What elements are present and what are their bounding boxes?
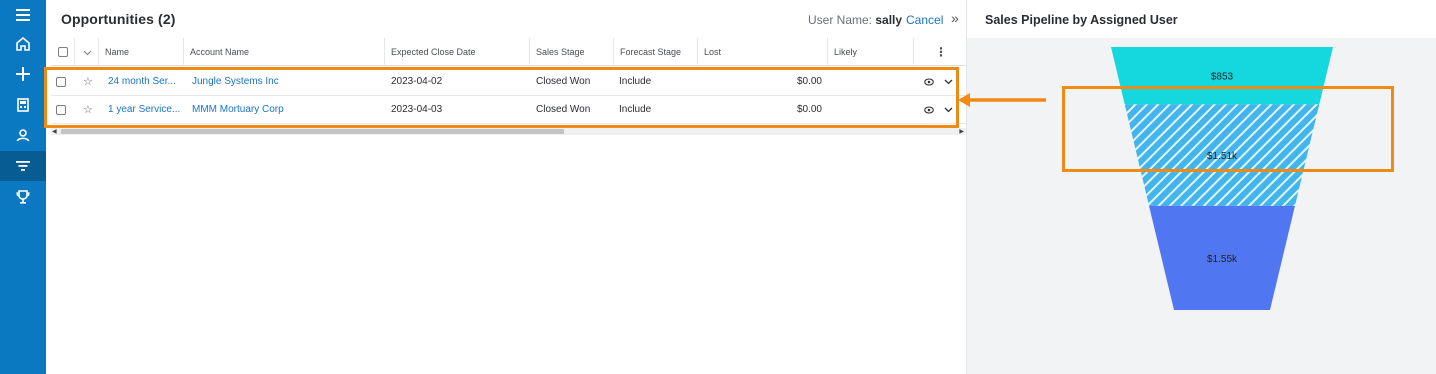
menu-icon[interactable] xyxy=(0,0,46,30)
scrollbar-thumb[interactable] xyxy=(61,129,564,134)
column-header-sales-stage[interactable]: Sales Stage xyxy=(529,38,613,66)
column-options-icon[interactable]: ⋮ xyxy=(913,38,966,66)
scroll-right-arrow-icon[interactable]: ▶ xyxy=(959,128,964,135)
trophy-icon[interactable] xyxy=(0,182,46,212)
plus-icon[interactable] xyxy=(0,59,46,89)
column-header-forecast-stage[interactable]: Forecast Stage xyxy=(613,38,697,66)
select-all-checkbox[interactable] xyxy=(58,47,68,57)
cancel-button[interactable]: Cancel xyxy=(906,13,943,27)
home-icon[interactable] xyxy=(0,29,46,59)
scroll-left-arrow-icon[interactable]: ◀ xyxy=(52,128,57,135)
contacts-icon[interactable] xyxy=(0,120,46,150)
select-menu-chevron-icon[interactable] xyxy=(74,38,98,66)
funnel-segment-highlight-box xyxy=(1062,86,1394,172)
collapse-icon[interactable]: » xyxy=(951,10,959,26)
user-name-value: sally xyxy=(875,13,903,27)
filter-icon[interactable] xyxy=(0,151,46,181)
column-header-expected-close-date[interactable]: Expected Close Date xyxy=(384,38,529,66)
column-header-account-name[interactable]: Account Name xyxy=(183,38,384,66)
column-header-lost[interactable]: Lost xyxy=(697,38,827,66)
funnel-segment-label: $853 xyxy=(1211,72,1234,83)
pipeline-dashlet: Sales Pipeline by Assigned User $853 $1.5… xyxy=(966,0,1436,374)
funnel-segment-label: $1.55k xyxy=(1207,254,1238,265)
user-name-caption: User Name: xyxy=(808,13,873,27)
left-nav xyxy=(0,0,46,374)
column-header-name[interactable]: Name xyxy=(98,38,183,66)
user-name-label: User Name: sally xyxy=(808,13,902,27)
rows-highlight-box xyxy=(44,67,959,128)
annotation-arrow-icon xyxy=(958,93,1046,107)
column-header-likely[interactable]: Likely xyxy=(827,38,913,66)
funnel-chart: $853$1.51k$1.55k xyxy=(1111,47,1333,310)
page-title: Opportunities (2) xyxy=(61,11,176,27)
horizontal-scrollbar[interactable]: ◀ ▶ xyxy=(51,128,966,135)
calculator-icon[interactable] xyxy=(0,90,46,120)
table-header: Name Account Name Expected Close Date Sa… xyxy=(51,38,966,66)
opportunities-panel: Opportunities (2) User Name: sally Cance… xyxy=(46,0,966,374)
